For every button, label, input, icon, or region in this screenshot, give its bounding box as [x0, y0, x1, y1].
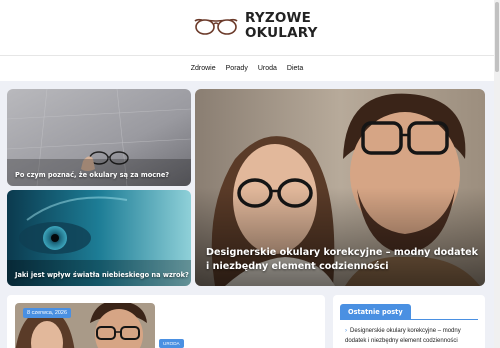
sidebar-recent-posts: Ostatnie posty › Designerskie okulary kor…	[333, 295, 485, 348]
site-name: RYZOWE OKULARY	[245, 11, 318, 41]
featured-post-card-2[interactable]: Jaki jest wpływ światła niebieskiego na …	[7, 190, 191, 286]
post-date-badge: 8 czerwca, 2026	[23, 308, 72, 318]
featured-post-title-3-line-1: Designerskie okulary korekcyjne – modny …	[206, 247, 479, 258]
scrollbar-thumb[interactable]	[495, 2, 499, 72]
logo-line-1: RYZOWE	[245, 10, 312, 26]
featured-post-title-2[interactable]: Jaki jest wpływ światła niebieskiego na …	[15, 271, 189, 279]
nav-item-dieta[interactable]: Dieta	[287, 65, 303, 72]
site-header: RYZOWE OKULARY	[0, 0, 494, 55]
chevron-right-icon: ›	[345, 328, 347, 334]
site-logo[interactable]: RYZOWE OKULARY	[193, 11, 318, 41]
featured-post-card-1[interactable]: Po czym poznać, że okulary są za mocne?	[7, 89, 191, 186]
post-category-badge[interactable]: URODA	[159, 339, 184, 348]
featured-post-title-3-line-2: i niezbędny element codzienności	[206, 261, 389, 272]
featured-post-title-1[interactable]: Po czym poznać, że okulary są za mocne?	[15, 171, 169, 179]
nav-item-porady[interactable]: Porady	[226, 65, 248, 72]
post-thumbnail[interactable]: 8 czerwca, 2026	[15, 303, 155, 348]
page-scrollbar[interactable]	[494, 0, 500, 348]
glasses-logo-icon	[194, 18, 238, 35]
nav-item-uroda[interactable]: Uroda	[258, 65, 277, 72]
recent-posts-heading: Ostatnie posty	[340, 304, 411, 320]
latest-posts-panel: 8 czerwca, 2026 URODA	[7, 295, 325, 348]
recent-post-title: Designerskie okulary korekcyjne – modny …	[345, 328, 461, 344]
nav-item-zdrowie[interactable]: Zdrowie	[191, 65, 216, 72]
main-nav: Zdrowie Porady Uroda Dieta	[0, 55, 494, 81]
heading-underline	[340, 319, 478, 320]
logo-line-2: OKULARY	[245, 25, 318, 41]
recent-post-link[interactable]: › Designerskie okulary korekcyjne – modny…	[345, 326, 481, 346]
featured-post-card-3[interactable]: Designerskie okulary korekcyjne – modny …	[195, 89, 485, 286]
featured-post-title-3[interactable]: Designerskie okulary korekcyjne – modny …	[206, 246, 478, 274]
